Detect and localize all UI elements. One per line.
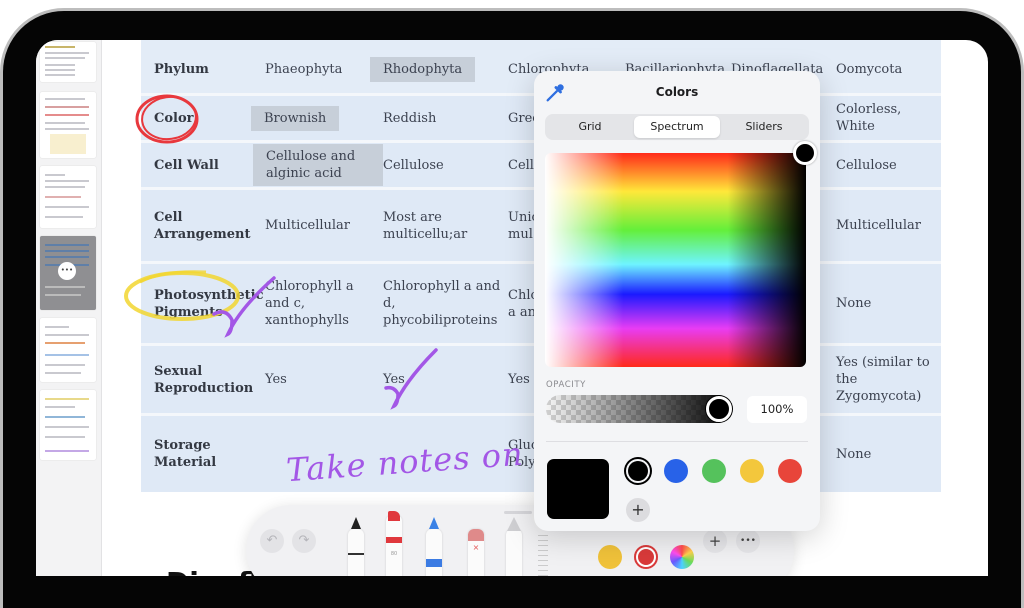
swatch-yellow[interactable] <box>740 459 764 483</box>
marker-tool[interactable]: 80 <box>386 511 402 576</box>
undo-button[interactable]: ↶ <box>260 529 284 553</box>
tab-grid[interactable]: Grid <box>547 116 633 138</box>
table-cell: Yes <box>383 372 405 387</box>
spectrum-selector-knob[interactable] <box>793 141 817 165</box>
row-label: Sexual Reproduction <box>154 363 254 396</box>
row-label: Cell Wall <box>154 157 219 173</box>
table-cell: Cellulose <box>383 157 444 173</box>
section-heading: Dinofl <box>166 566 259 576</box>
picker-title: Colors <box>655 85 699 99</box>
eraser-icon <box>468 529 484 541</box>
page-thumbnail[interactable] <box>40 42 96 82</box>
table-cell: Multicellular <box>265 218 351 233</box>
row-label: Phylum <box>154 62 209 77</box>
table-cell: None <box>836 446 872 462</box>
pen-tip-icon <box>351 517 361 529</box>
column-header: Oomycota <box>836 62 903 77</box>
palette-grabber[interactable] <box>504 511 532 514</box>
lasso-tool[interactable] <box>506 517 522 576</box>
current-color-swatch <box>547 459 609 519</box>
divider <box>546 441 808 442</box>
table-cell: Reddish <box>383 110 437 126</box>
column-header: Phaeophyta <box>265 62 343 77</box>
tab-spectrum[interactable]: Spectrum <box>634 116 720 138</box>
row-label: Storage Material <box>154 438 217 470</box>
column-header: Rhodophyta <box>370 57 476 82</box>
eraser-tool[interactable]: × <box>468 529 484 576</box>
table-cell: Yes <box>265 372 287 387</box>
add-swatch-button[interactable]: + <box>626 498 650 522</box>
page-thumbnail[interactable] <box>40 390 96 460</box>
swatch-red[interactable] <box>778 459 802 483</box>
pen-tool[interactable] <box>348 517 364 576</box>
table-cell: Yes <box>508 372 530 387</box>
table-cell: Colorless, White <box>836 102 902 134</box>
page-thumbnail[interactable] <box>40 92 96 158</box>
table-cell: Brownish <box>251 105 340 131</box>
page-thumbnail-sidebar: ••• <box>36 40 102 576</box>
page-thumbnail-selected[interactable]: ••• <box>40 236 96 310</box>
table-cell: Multicellular <box>836 218 922 233</box>
redo-button[interactable]: ↷ <box>292 529 316 553</box>
row-label: Cell Arrangement <box>154 209 251 242</box>
palette-color-multicolor[interactable] <box>670 545 694 569</box>
swatch-black-selected[interactable] <box>628 461 648 481</box>
marker-tip-icon <box>388 511 400 521</box>
opacity-slider[interactable] <box>546 395 732 423</box>
table-cell: None <box>836 296 872 311</box>
opacity-value-field[interactable]: 100% <box>747 396 807 423</box>
page-thumbnail[interactable] <box>40 166 96 228</box>
palette-color-red-selected[interactable] <box>634 545 658 569</box>
lasso-tip-icon <box>507 517 521 531</box>
add-tool-button[interactable]: + <box>703 529 727 553</box>
tab-sliders[interactable]: Sliders <box>721 116 807 138</box>
table-cell: Cellulose <box>836 157 897 173</box>
screen: ••• Phylum Phaeophyta Rhodophyta Chlorop… <box>36 40 988 576</box>
swatch-blue[interactable] <box>664 459 688 483</box>
swatch-green[interactable] <box>702 459 726 483</box>
pencil-tip-icon <box>429 517 439 529</box>
table-cell: Cellulose and alginic acid <box>253 144 383 186</box>
ruler-tool[interactable] <box>538 535 548 576</box>
row-label: Color <box>154 110 194 126</box>
table-cell: Yes (similar to the Zygomycota) <box>836 355 930 404</box>
opacity-slider-knob[interactable] <box>706 396 732 422</box>
picker-mode-tabs: Grid Spectrum Sliders <box>545 114 809 140</box>
color-spectrum[interactable] <box>545 153 806 367</box>
blue-pencil-tool[interactable] <box>426 517 442 576</box>
color-picker-popover: Colors Grid Spectrum Sliders OPACITY 100… <box>534 71 820 531</box>
table-cell: Chlorophyll a and d, phycobiliproteins <box>383 279 501 328</box>
more-options-button[interactable]: ••• <box>736 529 760 553</box>
page-more-button[interactable]: ••• <box>58 262 76 280</box>
palette-color-yellow[interactable] <box>598 545 622 569</box>
page-thumbnail[interactable] <box>40 318 96 382</box>
opacity-label: OPACITY <box>546 380 586 390</box>
row-label: Photosynthetic Pigments <box>154 287 264 320</box>
table-cell: Chlorophyll a and c, xanthophylls <box>265 279 354 328</box>
table-cell: Most are multicellu;ar <box>383 209 468 242</box>
marker-width-label: 80 <box>390 551 398 557</box>
